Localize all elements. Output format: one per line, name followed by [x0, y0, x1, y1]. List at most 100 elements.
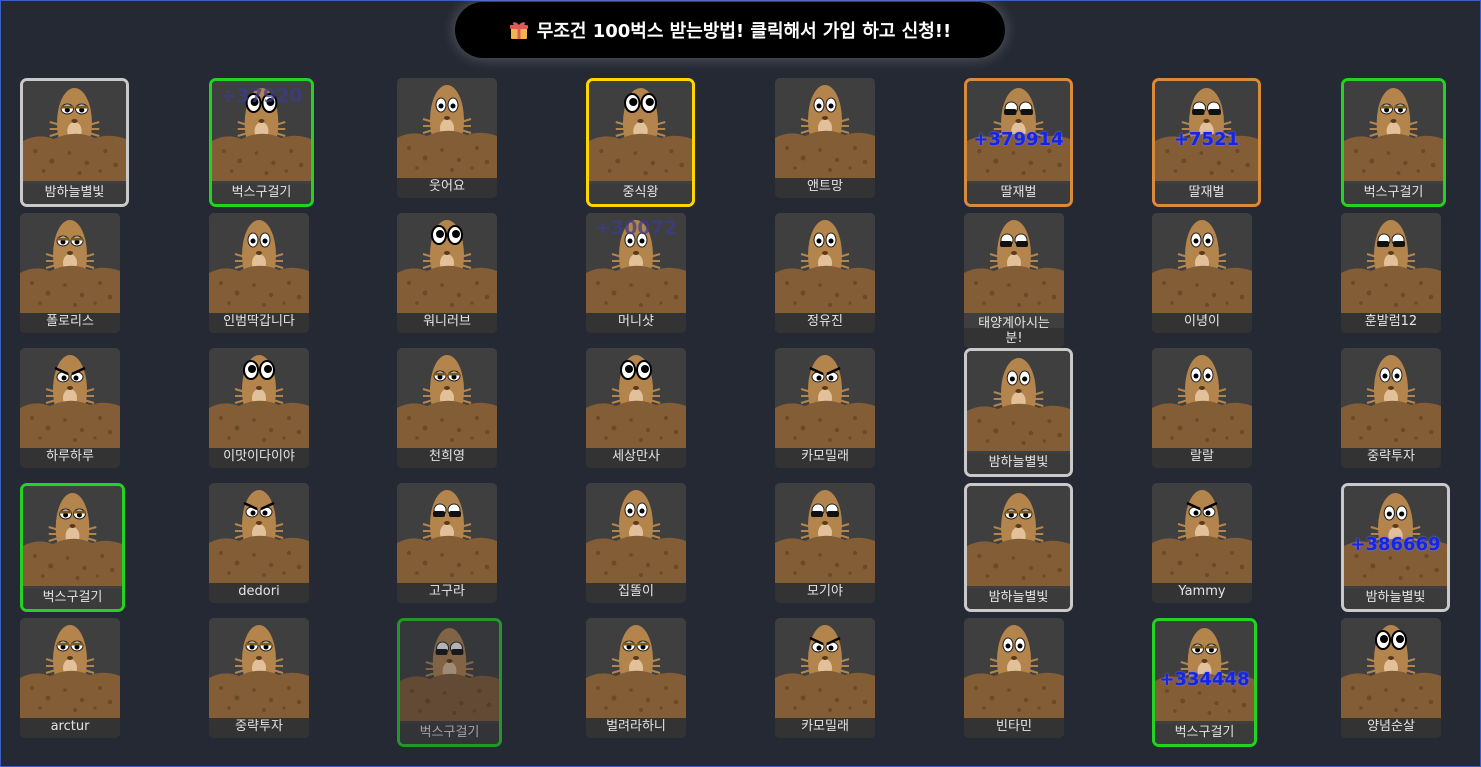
dirt-mound: [775, 400, 875, 448]
player-name: 고구라: [429, 584, 465, 599]
mole-scene: [23, 486, 122, 586]
dirt-mound: [20, 400, 120, 448]
player-card[interactable]: 카모밀래: [775, 348, 875, 468]
player-card[interactable]: 중식왕: [586, 78, 695, 207]
player-card[interactable]: 밤하늘별빛 +386669: [1341, 483, 1450, 612]
player-name: 중략투자: [1367, 449, 1415, 464]
player-card[interactable]: 천희영: [397, 348, 497, 468]
mole-scene: [589, 81, 692, 181]
dirt-mound: [967, 538, 1070, 586]
player-card[interactable]: 밤하늘별빛: [964, 483, 1073, 612]
mole-scene: [775, 618, 875, 718]
player-card[interactable]: 양념순살: [1341, 618, 1441, 738]
player-card[interactable]: 벌려라하니: [586, 618, 686, 738]
promo-banner[interactable]: 무조건 100벅스 받는방법! 클릭해서 가입 하고 신청!!: [455, 2, 1005, 58]
dirt-mound: [23, 133, 126, 181]
player-name: 벅스구걸기: [42, 590, 103, 605]
player-name: arctur: [50, 719, 90, 734]
player-name: 웃어요: [429, 179, 465, 194]
player-card[interactable]: arctur: [20, 618, 120, 738]
player-card[interactable]: 인범딱갑니다: [209, 213, 309, 333]
player-name: 앤트망: [807, 179, 843, 194]
player-card[interactable]: 고구라: [397, 483, 497, 603]
mole-scene: [1341, 618, 1441, 718]
dirt-mound: [1152, 400, 1252, 448]
dirt-mound: [586, 535, 686, 583]
player-card[interactable]: 카모밀래: [775, 618, 875, 738]
player-card[interactable]: 벅스구걸기 +37920: [209, 78, 314, 207]
mole-scene: [20, 618, 120, 718]
player-card[interactable]: 이녕이: [1152, 213, 1252, 333]
player-card[interactable]: 밤하늘별빛: [20, 78, 129, 207]
mole-scene: [586, 618, 686, 718]
player-name: 딸재벌: [1000, 185, 1037, 200]
player-name: 벌려라하니: [606, 719, 666, 734]
dirt-mound: [23, 538, 122, 586]
player-card[interactable]: 세상만사: [586, 348, 686, 468]
player-card[interactable]: 빈타민: [964, 618, 1064, 738]
dirt-mound: [586, 670, 686, 718]
dirt-mound: [209, 670, 309, 718]
player-name: 태양계아시는 분!: [978, 316, 1050, 346]
player-card[interactable]: 집똘이: [586, 483, 686, 603]
player-name: 밤하늘별빛: [1365, 590, 1426, 605]
score-popup: +334448: [1159, 669, 1250, 690]
player-name: 벅스구걸기: [419, 725, 480, 740]
player-card[interactable]: 벅스구걸기: [397, 618, 502, 747]
player-card[interactable]: 워니러브: [397, 213, 497, 333]
player-card[interactable]: 중략투자: [209, 618, 309, 738]
player-card[interactable]: 머니샷 +30072: [586, 213, 686, 333]
player-card[interactable]: 벅스구걸기: [20, 483, 125, 612]
player-name: 천희영: [429, 449, 465, 464]
mole-scene: [397, 213, 497, 313]
dirt-mound: [1341, 400, 1441, 448]
mole-scene: [964, 618, 1064, 718]
player-card[interactable]: 벅스구걸기: [1341, 78, 1446, 207]
player-name: 머니샷: [618, 314, 654, 329]
player-name: 세상만사: [612, 449, 660, 464]
dirt-mound: [20, 670, 120, 718]
dirt-mound: [775, 535, 875, 583]
player-name: 폴로리스: [46, 314, 94, 329]
mole-scene: [209, 213, 309, 313]
mole-scene: [586, 348, 686, 448]
mole-scene: [775, 78, 875, 178]
dirt-mound: [397, 535, 497, 583]
dirt-mound: [1341, 670, 1441, 718]
player-card[interactable]: 훈발럼12: [1341, 213, 1441, 333]
player-card[interactable]: 밤하늘별빛: [964, 348, 1073, 477]
player-card[interactable]: 폴로리스: [20, 213, 120, 333]
score-popup: +386669: [1350, 534, 1441, 555]
player-card[interactable]: 정유진: [775, 213, 875, 333]
mole-scene: [967, 351, 1070, 451]
player-name: 중식왕: [622, 185, 659, 200]
player-name: 빈타민: [996, 719, 1032, 734]
player-card[interactable]: 앤트망: [775, 78, 875, 198]
dirt-mound: [212, 133, 311, 181]
player-card[interactable]: 중략투자: [1341, 348, 1441, 468]
player-card[interactable]: 벅스구걸기 +334448: [1152, 618, 1257, 747]
dirt-mound: [209, 265, 309, 313]
player-name: 카모밀래: [801, 449, 849, 464]
player-card[interactable]: 딸재벌 +379914: [964, 78, 1073, 207]
player-card[interactable]: dedori: [209, 483, 309, 603]
player-card[interactable]: 딸재벌 +7521: [1152, 78, 1261, 207]
mole-scene: [1341, 213, 1441, 313]
player-name: 하루하루: [46, 449, 94, 464]
player-card[interactable]: 모기야: [775, 483, 875, 603]
mole-scene: [967, 486, 1070, 586]
player-card[interactable]: 웃어요: [397, 78, 497, 198]
player-name: 인범딱갑니다: [223, 314, 295, 329]
player-card[interactable]: 랄랄: [1152, 348, 1252, 468]
player-card[interactable]: 하루하루: [20, 348, 120, 468]
mole-scene: [1152, 213, 1252, 313]
dirt-mound: [775, 130, 875, 178]
dirt-mound: [589, 133, 692, 181]
player-name: 중략투자: [235, 719, 283, 734]
mole-scene: [1152, 483, 1252, 583]
player-card[interactable]: 이맛이다이야: [209, 348, 309, 468]
player-card[interactable]: Yammy: [1152, 483, 1252, 603]
player-card[interactable]: 태양계아시는 분!: [964, 213, 1064, 348]
dirt-mound: [775, 265, 875, 313]
mole-scene: [1152, 348, 1252, 448]
